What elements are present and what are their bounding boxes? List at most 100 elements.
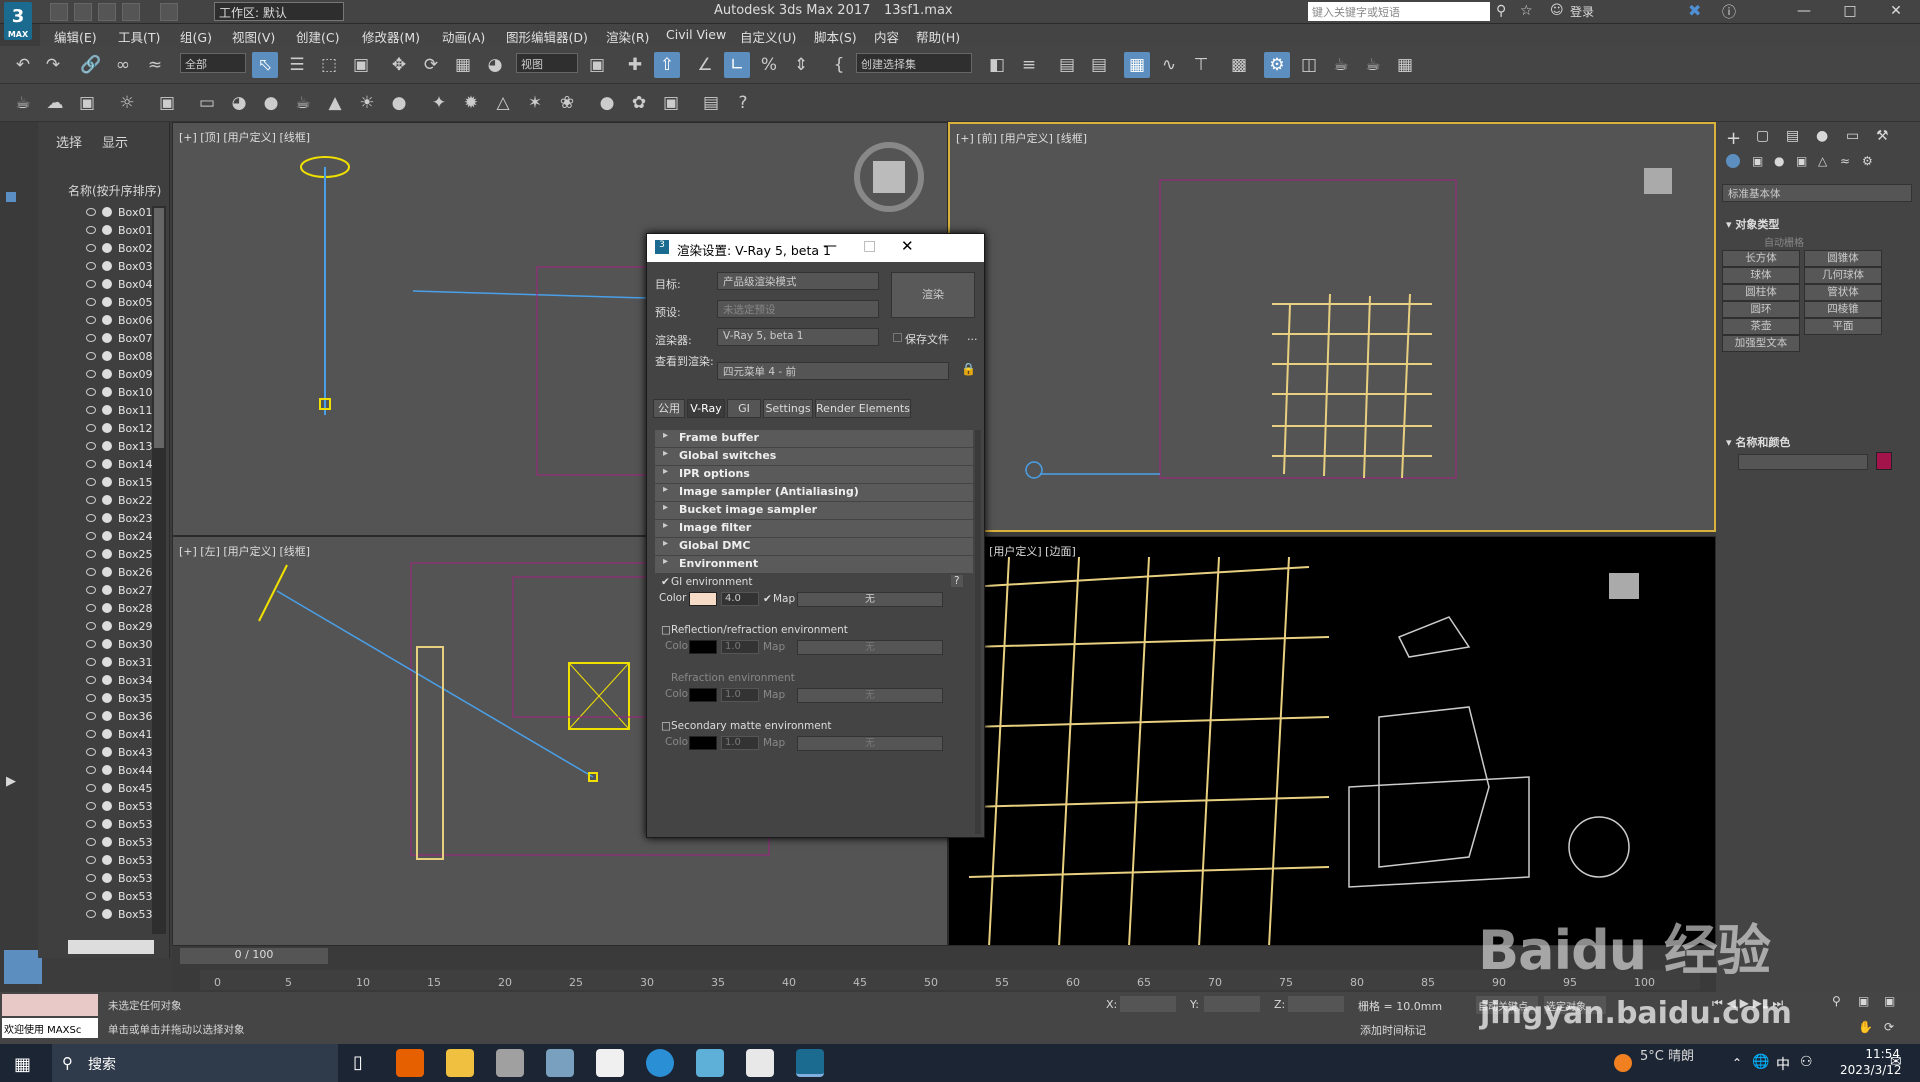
freeze-icon[interactable] [102, 747, 112, 757]
align-icon[interactable]: ≡ [1016, 52, 1042, 78]
close-icon[interactable]: ✕ [1874, 0, 1918, 22]
freeze-icon[interactable] [102, 459, 112, 469]
star-icon[interactable]: ☆ [1520, 3, 1533, 19]
visibility-icon[interactable] [86, 658, 96, 666]
bind-space-warp-icon[interactable]: ≈ [142, 52, 168, 78]
keyboard-shortcut-override-icon[interactable]: ⇧ [654, 52, 680, 78]
freeze-icon[interactable] [102, 387, 112, 397]
zoom-extents-icon[interactable]: ▣ [1884, 994, 1895, 1008]
gi-map-checkbox[interactable]: ✔ [763, 593, 772, 605]
notepad-icon[interactable] [696, 1049, 724, 1077]
rotate-icon[interactable]: ⟳ [418, 52, 444, 78]
list-item[interactable]: Box35 [38, 690, 166, 708]
freeze-icon[interactable] [102, 261, 112, 271]
refl-multiplier-spinner[interactable]: 1.0 [721, 640, 759, 654]
secondary-multiplier-spinner[interactable]: 1.0 [721, 736, 759, 750]
vray-dome-light-icon[interactable]: ◕ [226, 90, 252, 116]
visibility-icon[interactable] [86, 442, 96, 450]
tab-display[interactable]: 显示 [102, 132, 128, 151]
scale-icon[interactable]: ▦ [450, 52, 476, 78]
list-item[interactable]: Box02 [38, 240, 166, 258]
freeze-icon[interactable] [102, 765, 112, 775]
curve-editor-icon[interactable]: ∿ [1156, 52, 1182, 78]
screenshot-icon[interactable] [746, 1049, 774, 1077]
select-manipulate-icon[interactable]: ✚ [622, 52, 648, 78]
help-icon[interactable]: ⓘ [1722, 2, 1736, 22]
secondary-matte-checkbox[interactable]: □ [661, 720, 671, 732]
list-item[interactable]: Box27 [38, 582, 166, 600]
placement-icon[interactable]: ◕ [482, 52, 508, 78]
render-setup-icon[interactable]: ⚙ [1264, 52, 1290, 78]
view-to-render-dropdown[interactable]: 四元菜单 4 - 前 [717, 362, 949, 380]
freeze-icon[interactable] [102, 297, 112, 307]
undo-icon[interactable]: ↶ [10, 52, 36, 78]
time-slider[interactable]: 0 / 100 [180, 948, 328, 964]
rollout-environment[interactable]: Environment [655, 556, 973, 573]
viewport-layout-button[interactable] [4, 950, 42, 984]
visibility-icon[interactable] [86, 676, 96, 684]
object-type-button[interactable]: 圆环 [1722, 301, 1800, 318]
render-button[interactable]: 渲染 [891, 272, 975, 318]
vray-color-picker-icon[interactable]: ✿ [626, 90, 652, 116]
visibility-icon[interactable] [86, 820, 96, 828]
angle-snap-icon[interactable]: ∟ [724, 52, 750, 78]
viewport-perspective[interactable]: [透视] [用户定义] [边面] [948, 536, 1716, 946]
list-item[interactable]: Box06 [38, 312, 166, 330]
rollout-frame-buffer[interactable]: Frame buffer [655, 430, 973, 447]
visibility-icon[interactable] [86, 208, 96, 216]
object-type-button[interactable]: 圆锥体 [1804, 250, 1882, 267]
app-icon[interactable] [546, 1049, 574, 1077]
menu-group[interactable]: 组(G) [180, 27, 212, 46]
viewport-front[interactable]: [+] [前] [用户定义] [线框] [948, 122, 1716, 532]
rollout-ipr-options[interactable]: IPR options [655, 466, 973, 483]
list-item[interactable]: Box31 [38, 654, 166, 672]
visibility-icon[interactable] [86, 892, 96, 900]
vray-ies-light-icon[interactable]: ▲ [322, 90, 348, 116]
window-crossing-icon[interactable]: ▣ [348, 52, 374, 78]
add-time-tag[interactable]: 添加时间标记 [1360, 1022, 1426, 1038]
modify-tab-icon[interactable]: ▢ [1756, 128, 1769, 144]
list-item[interactable]: Box01 [38, 222, 166, 240]
zoom-all-icon[interactable]: ▣ [1858, 994, 1869, 1008]
freeze-icon[interactable] [102, 315, 112, 325]
vray-fur-icon[interactable]: ✹ [458, 90, 484, 116]
list-item[interactable]: Box14 [38, 456, 166, 474]
visibility-icon[interactable] [86, 784, 96, 792]
list-item[interactable]: Box22 [38, 492, 166, 510]
shapes-icon[interactable]: ▣ [1752, 154, 1763, 168]
refl-color-swatch[interactable] [689, 640, 717, 654]
unlink-icon[interactable]: ∞ [110, 52, 136, 78]
motion-tab-icon[interactable]: ● [1816, 128, 1828, 144]
visibility-icon[interactable] [86, 370, 96, 378]
weather-text[interactable]: 5°C 晴朗 [1640, 1045, 1694, 1064]
refl-environment-checkbox[interactable]: □ [661, 624, 671, 636]
visibility-icon[interactable] [86, 586, 96, 594]
object-type-button[interactable]: 茶壶 [1722, 318, 1800, 335]
task-view-icon[interactable]: ▯ [344, 1049, 372, 1077]
refr-environment-label[interactable]: Refraction environment [671, 672, 795, 684]
freeze-icon[interactable] [102, 513, 112, 523]
object-name-input[interactable] [1738, 454, 1868, 470]
x-coordinate-input[interactable] [1120, 996, 1176, 1012]
visibility-icon[interactable] [86, 550, 96, 558]
list-item[interactable]: Box34 [38, 672, 166, 690]
object-type-button[interactable]: 加强型文本 [1722, 335, 1800, 352]
list-item[interactable]: Box30 [38, 636, 166, 654]
pan-icon[interactable]: ✋ [1858, 1020, 1873, 1034]
primitive-type-dropdown[interactable]: 标准基本体 [1722, 184, 1912, 202]
visibility-icon[interactable] [86, 226, 96, 234]
visibility-icon[interactable] [86, 406, 96, 414]
freeze-icon[interactable] [102, 729, 112, 739]
display-tab-icon[interactable]: ▭ [1846, 128, 1859, 144]
gi-color-swatch[interactable] [689, 592, 717, 606]
freeze-icon[interactable] [102, 567, 112, 577]
render-cloud-icon[interactable]: ▦ [1392, 52, 1418, 78]
object-type-button[interactable]: 四棱锥 [1804, 301, 1882, 318]
object-type-button[interactable]: 长方体 [1722, 250, 1800, 267]
ime-indicator[interactable]: 中 [1776, 1054, 1790, 1074]
schematic-view-icon[interactable]: ⊤ [1188, 52, 1214, 78]
list-item[interactable]: Box26 [38, 564, 166, 582]
object-type-header[interactable]: ▾ 对象类型 [1726, 216, 1779, 232]
list-item[interactable]: Box10 [38, 384, 166, 402]
list-item[interactable]: Box36 [38, 708, 166, 726]
